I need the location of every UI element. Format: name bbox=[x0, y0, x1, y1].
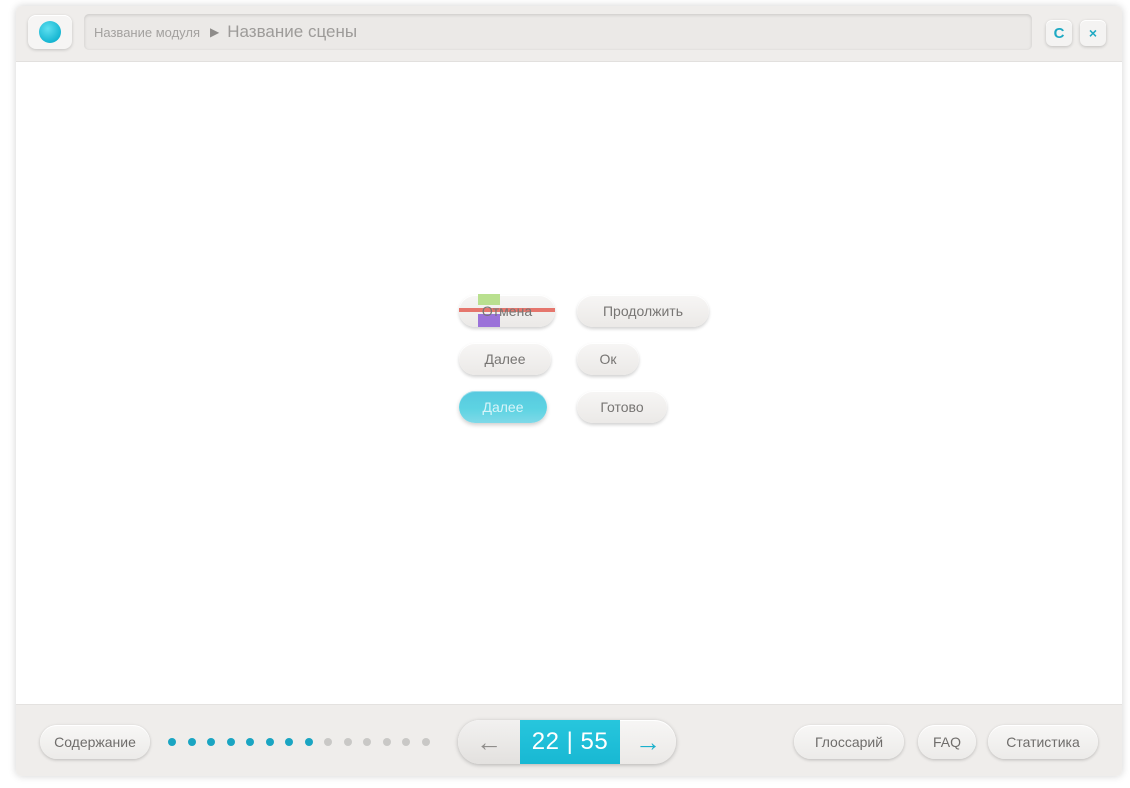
progress-dot[interactable] bbox=[421, 738, 430, 746]
stats-label: Статистика bbox=[1006, 734, 1080, 750]
arrow-right-icon: → bbox=[635, 726, 661, 757]
ok-button[interactable]: Ок bbox=[577, 343, 639, 375]
cancel-button[interactable]: Отмена bbox=[459, 294, 555, 327]
arrow-left-icon: ← bbox=[476, 726, 502, 757]
next-page-button[interactable]: → bbox=[620, 720, 676, 764]
stats-button[interactable]: Статистика bbox=[988, 725, 1098, 759]
close-button[interactable]: × bbox=[1080, 20, 1106, 46]
progress-dot[interactable] bbox=[304, 738, 313, 746]
done-label: Готово bbox=[600, 399, 644, 415]
progress-dots bbox=[168, 738, 441, 746]
progress-dot[interactable] bbox=[324, 738, 332, 746]
ok-label: Ок bbox=[599, 351, 617, 367]
reload-button[interactable]: C bbox=[1046, 20, 1072, 46]
progress-dot[interactable] bbox=[402, 738, 410, 746]
logo-circle-icon bbox=[39, 21, 61, 43]
progress-dot[interactable] bbox=[343, 738, 352, 746]
faq-button[interactable]: FAQ bbox=[918, 725, 976, 759]
header-bar: Название модуля ▶ Название сцены C × bbox=[16, 6, 1122, 62]
cancel-label: Отмена bbox=[481, 303, 533, 319]
progress-dot[interactable] bbox=[226, 738, 235, 746]
next-label: Далее bbox=[484, 351, 526, 367]
done-button[interactable]: Готово bbox=[577, 391, 667, 423]
page-counter-text: 22 | 55 bbox=[531, 728, 609, 755]
contents-label: Содержание bbox=[54, 734, 136, 750]
next-button-active[interactable]: Далее bbox=[459, 391, 547, 423]
breadcrumb-module[interactable]: Название модуля bbox=[94, 25, 200, 40]
contents-button[interactable]: Содержание bbox=[40, 725, 150, 759]
progress-dot[interactable] bbox=[207, 738, 215, 746]
continue-button[interactable]: Продолжить bbox=[577, 295, 709, 327]
breadcrumb: Название модуля ▶ Название сцены bbox=[84, 14, 1032, 50]
menu-button[interactable] bbox=[28, 15, 72, 49]
footer-bar: Содержание ← 22 | 55 → Глоссарий FAQ Ста… bbox=[16, 704, 1122, 776]
progress-dot[interactable] bbox=[187, 738, 196, 746]
reload-icon: C bbox=[1053, 24, 1065, 42]
next-button[interactable]: Далее bbox=[459, 343, 551, 375]
page-counter: 22 | 55 bbox=[520, 720, 620, 764]
pager: ← 22 | 55 → bbox=[458, 720, 676, 764]
breadcrumb-separator-icon: ▶ bbox=[210, 25, 220, 39]
progress-dot[interactable] bbox=[363, 738, 371, 746]
progress-dot[interactable] bbox=[246, 738, 254, 746]
continue-label: Продолжить bbox=[602, 303, 684, 319]
glossary-label: Глоссарий bbox=[814, 734, 884, 750]
progress-dot[interactable] bbox=[265, 738, 274, 746]
app-window: Название модуля ▶ Название сцены C × Отм… bbox=[16, 6, 1122, 776]
glossary-button[interactable]: Глоссарий bbox=[794, 725, 904, 759]
progress-dot[interactable] bbox=[285, 738, 293, 746]
faq-label: FAQ bbox=[932, 734, 961, 750]
close-icon: × bbox=[1088, 25, 1098, 41]
next-active-label: Далее bbox=[482, 399, 524, 415]
progress-dot[interactable] bbox=[382, 738, 391, 746]
breadcrumb-scene: Название сцены bbox=[227, 22, 358, 41]
prev-button[interactable]: ← bbox=[458, 720, 520, 764]
progress-dot[interactable] bbox=[168, 738, 176, 746]
